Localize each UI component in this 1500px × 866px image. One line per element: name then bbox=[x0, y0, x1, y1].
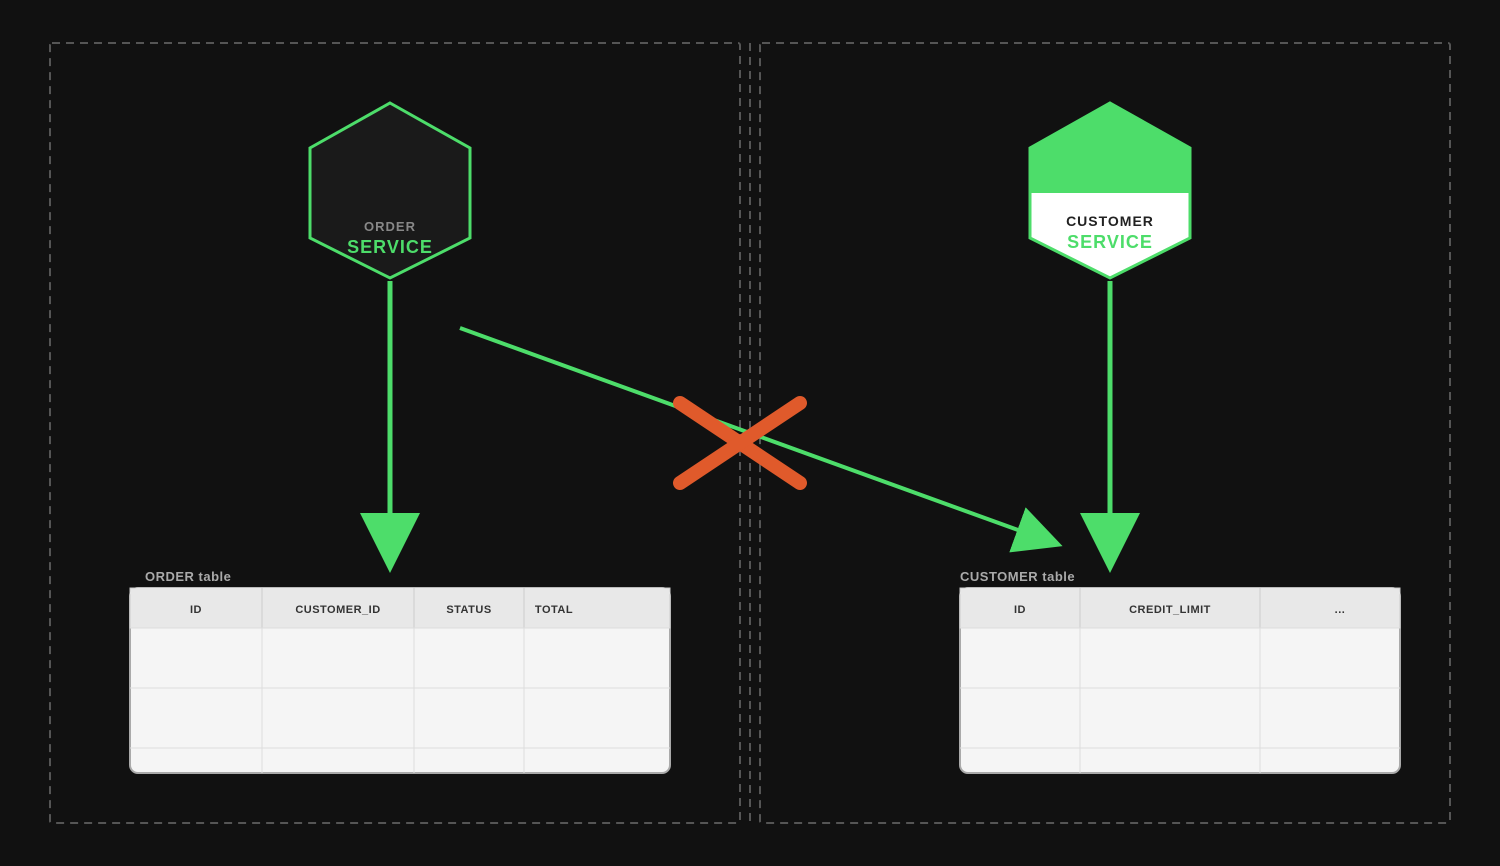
svg-text:...: ... bbox=[1335, 604, 1346, 616]
svg-text:SERVICE: SERVICE bbox=[347, 237, 433, 257]
svg-text:ORDER: ORDER bbox=[364, 219, 416, 234]
svg-text:CUSTOMER: CUSTOMER bbox=[1066, 213, 1154, 229]
svg-text:SERVICE: SERVICE bbox=[1067, 232, 1153, 252]
svg-text:TOTAL: TOTAL bbox=[535, 604, 573, 616]
canvas: ORDER SERVICE CUSTOMER SERVICE ORDER tab… bbox=[40, 33, 1460, 833]
svg-text:ID: ID bbox=[190, 604, 202, 616]
svg-text:STATUS: STATUS bbox=[446, 604, 491, 616]
diagram-svg: ORDER SERVICE CUSTOMER SERVICE ORDER tab… bbox=[40, 33, 1460, 833]
svg-text:CREDIT_LIMIT: CREDIT_LIMIT bbox=[1129, 604, 1211, 616]
svg-text:ORDER table: ORDER table bbox=[145, 569, 231, 584]
svg-text:ID: ID bbox=[1014, 604, 1026, 616]
svg-text:CUSTOMER_ID: CUSTOMER_ID bbox=[295, 604, 380, 616]
svg-text:CUSTOMER table: CUSTOMER table bbox=[960, 569, 1075, 584]
